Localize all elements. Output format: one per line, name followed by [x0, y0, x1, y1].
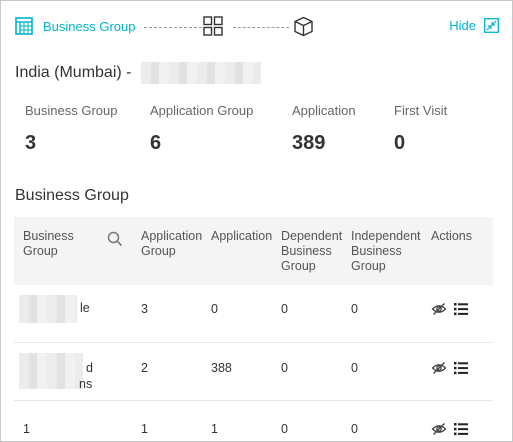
header-business-group: Business Group [23, 229, 74, 258]
stat-label: First Visit [394, 103, 448, 118]
cell-independent: 0 [351, 302, 358, 316]
stat-business-group: Business Group 3 [25, 103, 118, 155]
stat-value: 6 [150, 132, 162, 154]
row-actions [431, 421, 475, 437]
redacted-region-name [141, 62, 262, 84]
cell-application: 388 [211, 361, 232, 375]
hide-eye-icon[interactable] [431, 360, 447, 376]
header-independent-business-group: Independent Business Group [351, 229, 421, 273]
step-navigation: Business Group Hide [15, 15, 499, 39]
collapse-icon [484, 18, 499, 33]
stat-value: 3 [25, 132, 37, 154]
name-text: le [80, 301, 90, 315]
region-header: India (Mumbai) - [15, 62, 262, 84]
application-icon[interactable] [293, 16, 314, 37]
hide-eye-icon[interactable] [431, 301, 447, 317]
step-connector [233, 27, 289, 28]
region-title: India (Mumbai) - [15, 64, 132, 81]
cell-application: 0 [211, 302, 218, 316]
row-actions [431, 360, 475, 376]
stat-value: 389 [292, 132, 326, 154]
header-actions: Actions [431, 229, 472, 243]
name-text: ns [79, 377, 93, 391]
section-title: Business Group [15, 187, 129, 204]
stat-label: Business Group [25, 103, 118, 118]
name-text: d [86, 361, 93, 375]
list-icon[interactable] [453, 360, 469, 376]
business-group-name[interactable]: 1 [23, 422, 30, 436]
hide-label: Hide [449, 18, 476, 33]
table-row: le 3 0 0 0 [14, 285, 493, 343]
cell-application-group: 3 [141, 302, 148, 316]
redacted-name [19, 353, 83, 389]
stat-value: 0 [394, 132, 406, 154]
table-header: Business Group Application Group Applica… [14, 217, 493, 285]
cell-application-group: 1 [141, 422, 148, 436]
cell-dependent: 0 [281, 302, 288, 316]
row-actions [431, 301, 475, 317]
header-application: Application [211, 229, 273, 243]
step-connector [144, 27, 202, 28]
list-icon[interactable] [453, 301, 469, 317]
table-row: 1 1 1 0 0 [14, 401, 493, 441]
hide-eye-icon[interactable] [431, 421, 447, 437]
business-group-name[interactable]: le [19, 295, 139, 335]
table-row: d ns 2 388 0 0 [14, 343, 493, 401]
cell-independent: 0 [351, 361, 358, 375]
business-group-table: Business Group Application Group Applica… [14, 217, 493, 441]
step-label: Business Group [43, 18, 136, 34]
list-icon[interactable] [453, 421, 469, 437]
stat-application: Application 389 [292, 103, 356, 155]
cell-application: 1 [211, 422, 218, 436]
cell-dependent: 0 [281, 361, 288, 375]
application-group-icon[interactable] [203, 16, 223, 36]
stat-application-group: Application Group 6 [150, 103, 253, 155]
business-group-icon [15, 17, 33, 35]
stat-first-visit: First Visit 0 [394, 103, 447, 155]
cell-application-group: 2 [141, 361, 148, 375]
business-group-name[interactable]: d ns [19, 353, 139, 393]
topology-panel: Business Group Hide India (Mumbai) - Bus… [0, 0, 513, 442]
cell-independent: 0 [351, 422, 358, 436]
header-application-group: Application Group [141, 229, 203, 258]
stat-label: Application [292, 103, 356, 118]
hide-button[interactable]: Hide [449, 18, 499, 33]
redacted-name [19, 295, 77, 323]
search-icon[interactable] [107, 231, 123, 247]
cell-dependent: 0 [281, 422, 288, 436]
step-business-group[interactable]: Business Group [15, 17, 136, 35]
stat-label: Application Group [150, 103, 254, 118]
header-dependent-business-group: Dependent Business Group [281, 229, 343, 273]
